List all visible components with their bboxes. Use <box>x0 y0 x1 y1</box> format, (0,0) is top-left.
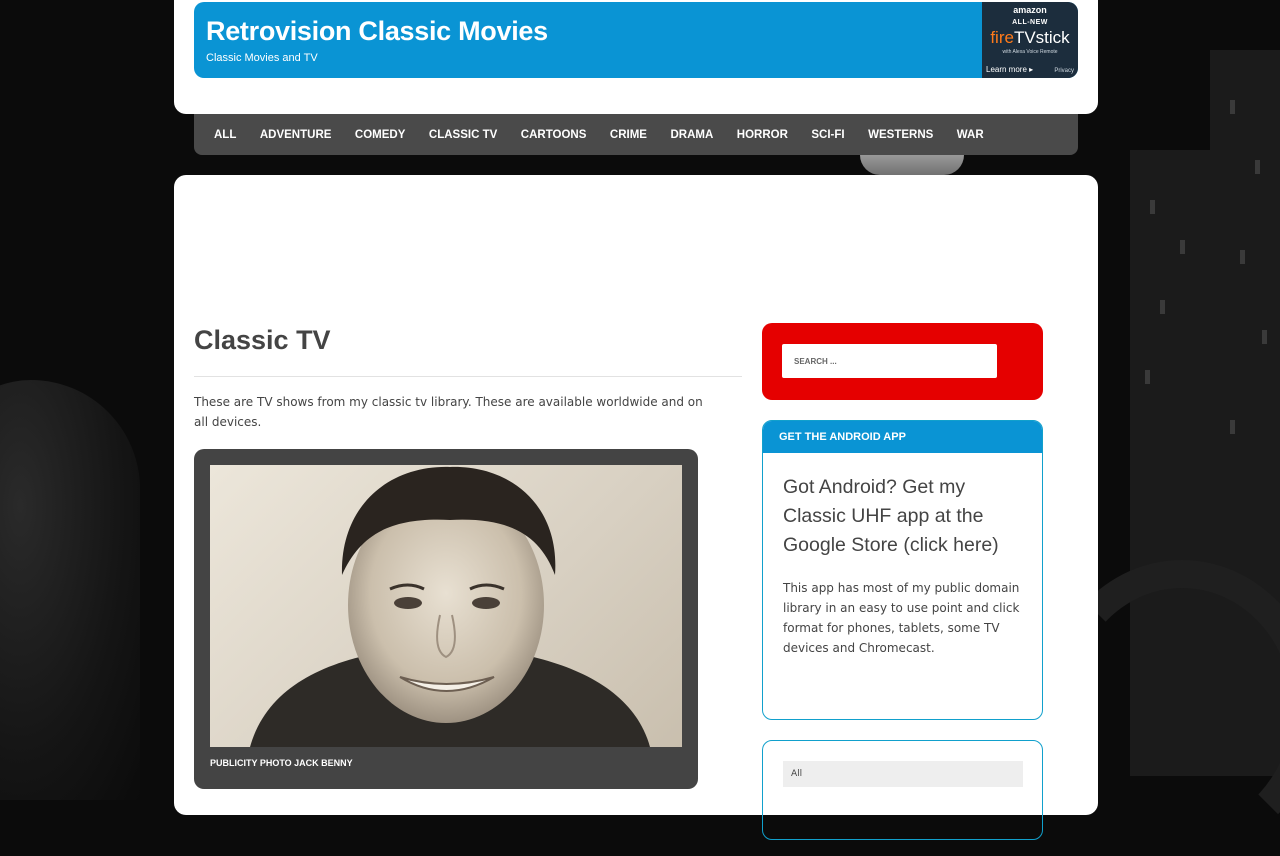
site-tagline: Classic Movies and TV <box>206 52 318 64</box>
nav-item-drama[interactable]: DRAMA <box>670 129 713 141</box>
nav-item-crime[interactable]: CRIME <box>610 129 647 141</box>
post-thumbnail-image[interactable] <box>210 465 682 747</box>
android-widget-header: GET THE ANDROID APP <box>763 421 1042 453</box>
page-title: Classic TV <box>194 325 331 355</box>
nav-list: ALL ADVENTURE COMEDY CLASSIC TV CARTOONS… <box>194 114 1078 155</box>
post-caption[interactable]: PUBLICITY PHOTO JACK BENNY <box>210 758 353 768</box>
category-select[interactable]: All <box>783 761 1023 787</box>
nav-item-adventure[interactable]: ADVENTURE <box>260 129 332 141</box>
header-advertisement[interactable]: amazon ALL-NEW fireTVstick with Alexa Vo… <box>982 2 1078 78</box>
nav-item-horror[interactable]: HORROR <box>737 129 788 141</box>
ad-brand: amazon <box>1013 5 1047 15</box>
android-app-widget: GET THE ANDROID APP Got Android? Get my … <box>762 420 1043 720</box>
header-banner: Retrovision Classic Movies Classic Movie… <box>194 2 1078 78</box>
nav-item-all[interactable]: ALL <box>214 129 236 141</box>
site-header: Retrovision Classic Movies Classic Movie… <box>174 0 1098 114</box>
android-app-link[interactable]: Got Android? Get my Classic UHF app at t… <box>783 473 1026 560</box>
nav-item-westerns[interactable]: WESTERNS <box>868 129 933 141</box>
nav-item-cartoons[interactable]: CARTOONS <box>521 129 587 141</box>
search-input[interactable] <box>782 344 997 378</box>
background-moon <box>860 155 964 175</box>
ad-product: fireTVstick <box>982 28 1078 48</box>
portrait-illustration <box>250 466 650 747</box>
nav-item-sci-fi[interactable]: SCI-FI <box>811 129 844 141</box>
main-navigation: ALL ADVENTURE COMEDY CLASSIC TV CARTOONS… <box>194 114 1078 155</box>
nav-item-war[interactable]: WAR <box>957 129 984 141</box>
ad-all-new: ALL-NEW <box>1012 19 1048 26</box>
ad-product-rest: TVstick <box>1013 28 1070 47</box>
android-widget-description: This app has most of my public domain li… <box>783 581 1020 655</box>
ad-privacy-link[interactable]: Privacy <box>1054 68 1074 74</box>
ad-subtitle: with Alexa Voice Remote <box>1002 49 1058 55</box>
nav-item-comedy[interactable]: COMEDY <box>355 129 405 141</box>
category-description: These are TV shows from my classic tv li… <box>194 395 703 429</box>
site-title[interactable]: Retrovision Classic Movies <box>206 16 548 47</box>
search-widget <box>762 323 1043 400</box>
categories-widget: All <box>762 740 1043 840</box>
post-card[interactable]: PUBLICITY PHOTO JACK BENNY <box>194 449 698 789</box>
ad-learn-more-link[interactable]: Learn more ▸ <box>986 65 1033 74</box>
nav-item-classic-tv[interactable]: CLASSIC TV <box>429 129 497 141</box>
main-content: Classic TV These are TV shows from my cl… <box>174 175 1098 840</box>
ad-product-fire: fire <box>990 28 1014 47</box>
background-shape-left <box>0 380 140 800</box>
title-divider <box>194 376 742 377</box>
